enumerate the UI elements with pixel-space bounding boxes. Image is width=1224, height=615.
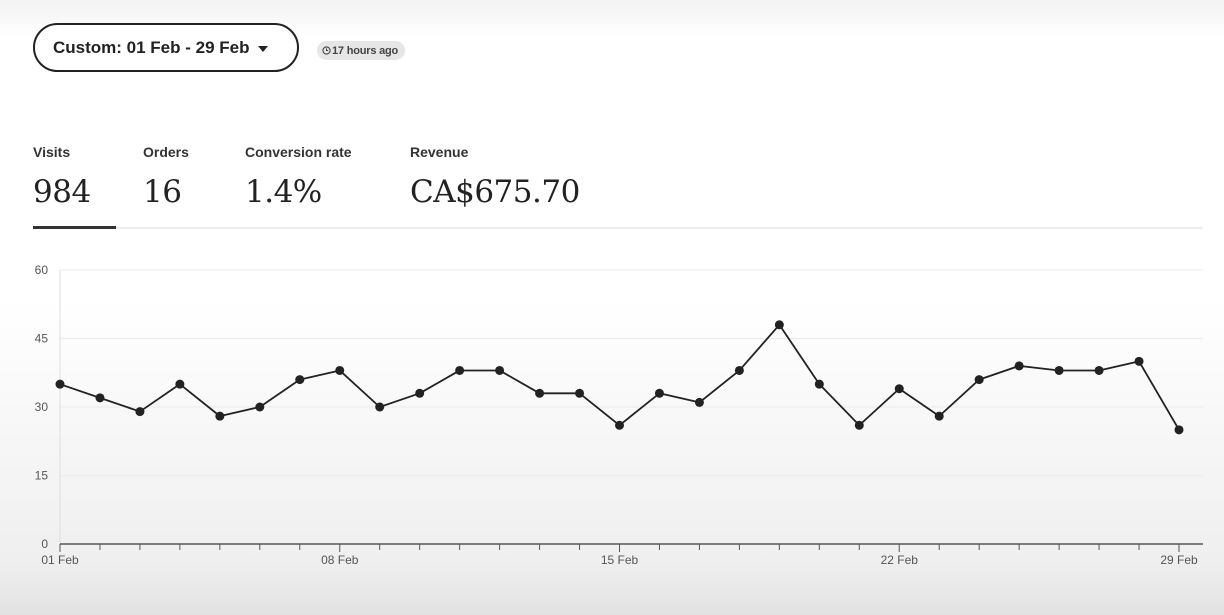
visits-line-chart: 0 15 30 45 60 01 Feb 08 Feb 15 Feb 22 Feb 29 Feb: [35, 263, 1203, 567]
data-point: [495, 365, 505, 375]
data-point: [774, 320, 784, 330]
x-tick-label: 08 Feb: [321, 553, 359, 567]
stats-page: Custom: 01 Feb - 29 Feb 17 hours ago Vis…: [0, 0, 1224, 615]
data-point: [734, 365, 744, 375]
series-line: [59, 323, 1180, 431]
data-point: [175, 379, 185, 389]
data-point: [255, 402, 265, 412]
data-point: [295, 375, 305, 385]
y-tick-label: 45: [35, 332, 49, 346]
y-tick-label: 60: [35, 263, 49, 277]
x-tick-label: 01 Feb: [41, 553, 79, 567]
y-tick-label: 0: [41, 537, 48, 551]
data-point: [375, 402, 385, 412]
data-point: [95, 393, 105, 403]
y-tick-label: 30: [35, 400, 49, 414]
y-tick-label: 15: [35, 469, 49, 483]
data-point: [535, 388, 545, 398]
data-point: [1134, 356, 1144, 366]
data-point: [215, 411, 225, 421]
data-point: [934, 411, 944, 421]
data-point: [455, 365, 465, 375]
data-point: [974, 375, 984, 385]
data-point: [894, 384, 904, 394]
data-point: [55, 379, 65, 389]
data-point: [135, 407, 145, 417]
data-point: [1014, 361, 1024, 371]
x-tick-label: 15 Feb: [601, 553, 639, 567]
data-point: [1174, 425, 1184, 435]
x-tick-label: 29 Feb: [1160, 553, 1198, 567]
data-point: [575, 388, 585, 398]
data-point: [1054, 365, 1064, 375]
data-point: [615, 420, 624, 430]
data-point: [814, 379, 824, 389]
data-point: [415, 388, 425, 398]
data-point: [335, 365, 345, 375]
data-point: [694, 397, 704, 407]
data-point: [1094, 365, 1104, 375]
x-tick-label: 22 Feb: [881, 553, 919, 567]
data-point: [654, 388, 664, 398]
data-point: [854, 420, 864, 430]
